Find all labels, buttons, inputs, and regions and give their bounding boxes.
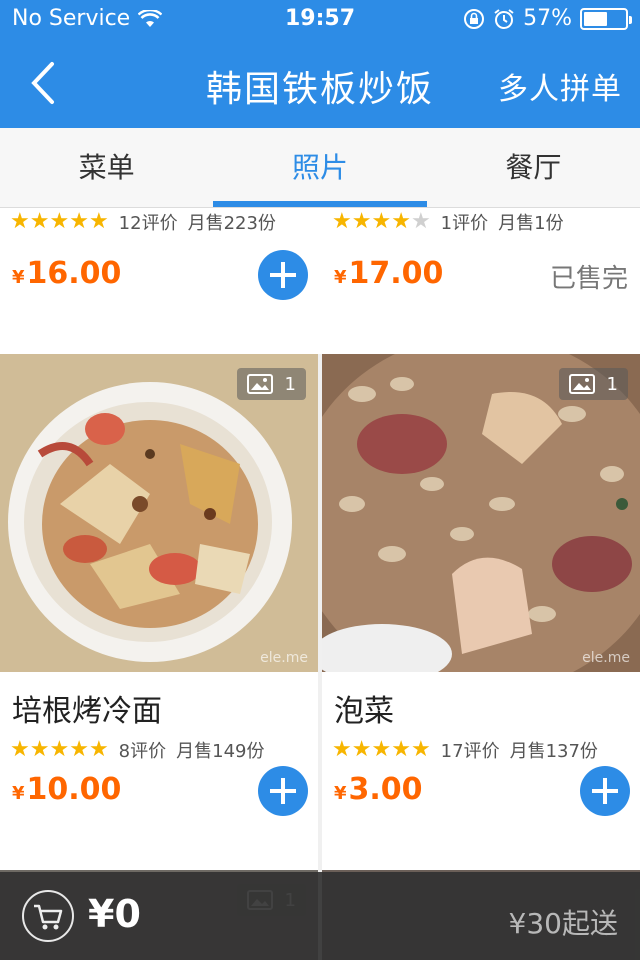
tab-bar: 菜单 照片 餐厅 (0, 128, 640, 208)
navigation-bar: 韩国铁板炒饭 多人拼单 (0, 40, 640, 128)
minimum-order-label: ¥30起送 (508, 907, 618, 940)
star-icon: ★ (69, 737, 89, 762)
rating-stars: ★ ★ ★ ★ ★ (332, 211, 431, 233)
star-icon: ★ (88, 209, 109, 234)
monthly-sales: 月售223份 (187, 213, 276, 234)
product-card[interactable]: ★ ★ ★ ★ ★ 12评价 月售223份 (0, 208, 318, 236)
star-icon: ★ (69, 209, 89, 234)
price-value: 16.00 (26, 256, 122, 291)
product-card[interactable]: ★ ★ ★ ★ ★ 1评价 月售1份 (322, 208, 640, 236)
product-price: ¥ 17.00 (334, 256, 443, 291)
alarm-icon (494, 8, 514, 29)
rating-stars: ★ ★ ★ ★ ★ (10, 211, 109, 233)
star-icon: ★ (10, 737, 30, 762)
photo-count-badge: 1 (558, 368, 628, 400)
cart-total: ¥0 (88, 892, 141, 936)
product-name: 培根烤冷面 (12, 694, 162, 729)
currency-symbol: ¥ (334, 267, 347, 288)
cart-glyph (34, 904, 63, 930)
star-icon: ★ (351, 737, 372, 762)
review-count: 8评价 (118, 741, 167, 762)
rating-stars: ★ ★ ★ ★ ★ (10, 739, 109, 761)
sold-out-label: 已售完 (549, 264, 628, 294)
star-icon: ★ (10, 209, 30, 234)
star-icon: ★ (410, 209, 431, 234)
group-order-button[interactable]: 多人拼单 (498, 64, 622, 108)
star-icon: ★ (29, 209, 50, 234)
add-to-cart-button[interactable] (258, 250, 308, 300)
monthly-sales: 月售137份 (509, 741, 598, 762)
shopping-cart-icon[interactable] (22, 890, 74, 942)
cart-bar: ¥0 ¥30起送 (0, 872, 640, 960)
rotation-lock-icon (464, 8, 485, 29)
product-meta: ★ ★ ★ ★ ★ 17评价 月售137份 (332, 736, 640, 764)
star-icon: ★ (351, 209, 372, 234)
product-card[interactable]: 泡菜 ★ ★ ★ ★ ★ 17评价 月售137份 (322, 686, 640, 764)
photo-count: 1 (606, 373, 618, 395)
star-icon: ★ (49, 737, 70, 762)
food-photo-kimchi (322, 354, 640, 672)
monthly-sales: 月售149份 (176, 741, 265, 762)
star-icon: ★ (332, 209, 352, 234)
tab-restaurant[interactable]: 餐厅 (427, 128, 640, 207)
top-bar: No Service 19:57 57% 韩国铁板炒饭 多人拼单 (0, 0, 640, 128)
product-meta: ★ ★ ★ ★ ★ 1评价 月售1份 (332, 208, 640, 236)
food-photo-bacon-noodles (0, 354, 318, 672)
star-icon: ★ (88, 737, 109, 762)
product-meta: ★ ★ ★ ★ ★ 8评价 月售149份 (10, 736, 318, 764)
review-count: 1评价 (440, 213, 489, 234)
image-icon (246, 374, 273, 394)
star-icon: ★ (49, 209, 70, 234)
price-value: 3.00 (348, 772, 423, 807)
status-bar: No Service 19:57 57% (0, 0, 640, 40)
product-photo[interactable]: 1 ele.me (0, 354, 318, 672)
price-value: 10.00 (26, 772, 122, 807)
image-icon (568, 374, 595, 394)
review-count: 12评价 (118, 213, 178, 234)
star-icon: ★ (391, 209, 411, 234)
photo-count: 1 (284, 373, 296, 395)
star-icon: ★ (371, 737, 392, 762)
monthly-sales: 月售1份 (498, 213, 564, 234)
star-icon: ★ (391, 737, 411, 762)
price-value: 17.00 (348, 256, 444, 291)
tab-photos[interactable]: 照片 (213, 128, 427, 207)
tab-menu[interactable]: 菜单 (0, 128, 213, 207)
product-card[interactable]: 培根烤冷面 ★ ★ ★ ★ ★ 8评价 月售149份 (0, 686, 318, 764)
battery-icon (580, 7, 632, 30)
add-to-cart-button[interactable] (580, 766, 630, 816)
photo-grid: ★ ★ ★ ★ ★ 12评价 月售223份 ¥ 16.00 ★ ★ ★ ★ ★ 1评价 月售1份… (0, 208, 640, 960)
watermark: ele.me (582, 650, 630, 666)
photo-count-badge: 1 (236, 368, 306, 400)
currency-symbol: ¥ (334, 783, 347, 804)
star-icon: ★ (29, 737, 50, 762)
currency-symbol: ¥ (12, 783, 25, 804)
product-photo[interactable]: 1 ele.me (322, 354, 640, 672)
currency-symbol: ¥ (12, 267, 25, 288)
add-to-cart-button[interactable] (258, 766, 308, 816)
star-icon: ★ (371, 209, 392, 234)
watermark: ele.me (260, 650, 308, 666)
review-count: 17评价 (440, 741, 500, 762)
battery-percent: 57% (523, 6, 572, 31)
rating-stars: ★ ★ ★ ★ ★ (332, 739, 431, 761)
status-right: 57% (463, 6, 632, 31)
star-icon: ★ (332, 737, 352, 762)
product-price: ¥ 3.00 (334, 772, 423, 807)
star-icon: ★ (410, 737, 431, 762)
product-meta: ★ ★ ★ ★ ★ 12评价 月售223份 (10, 208, 318, 236)
product-price: ¥ 10.00 (12, 772, 121, 807)
product-price: ¥ 16.00 (12, 256, 121, 291)
product-name: 泡菜 (334, 694, 394, 729)
